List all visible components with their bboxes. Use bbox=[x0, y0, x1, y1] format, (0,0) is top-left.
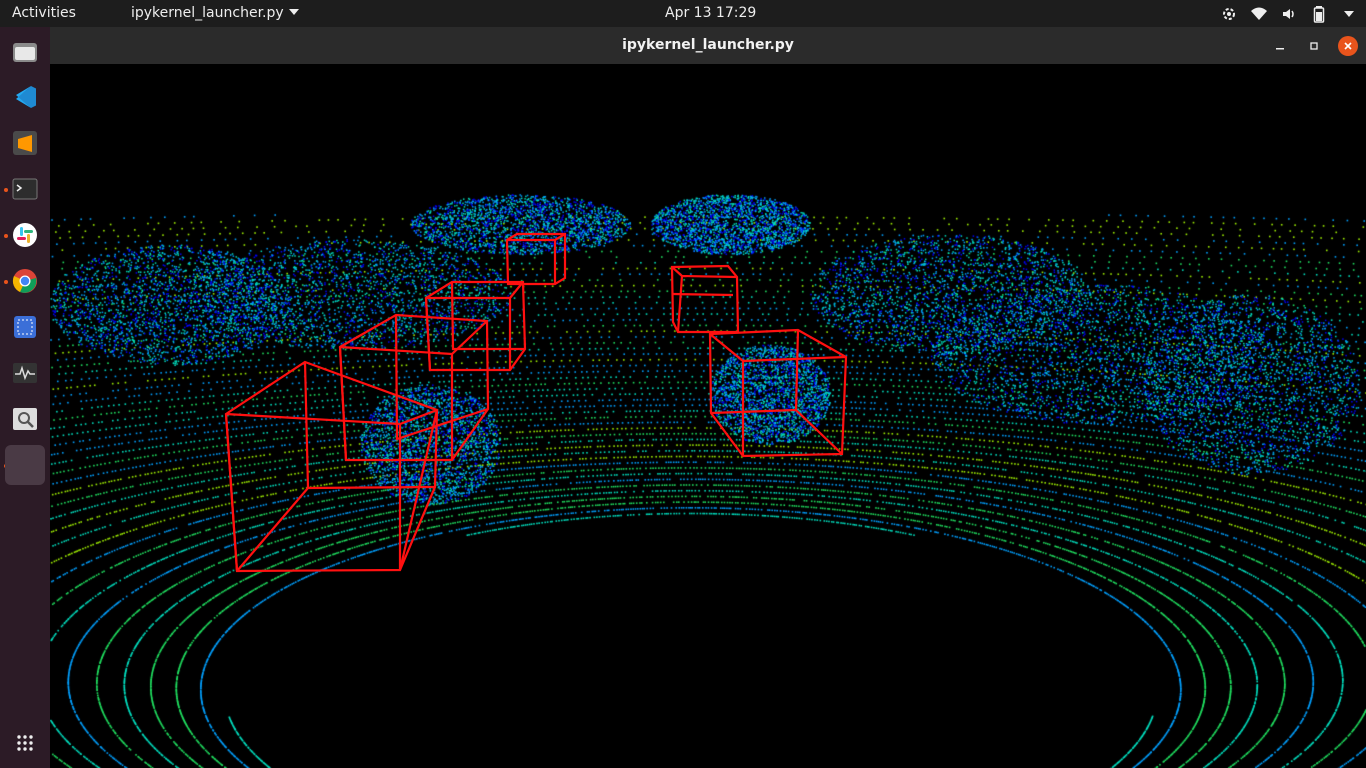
dock-item-image-viewer[interactable] bbox=[5, 399, 45, 439]
dock-item-terminal[interactable] bbox=[5, 169, 45, 209]
top-bar: Activities ipykernel_launcher.py Apr 13 … bbox=[0, 0, 1366, 27]
show-applications-button[interactable] bbox=[5, 723, 45, 763]
dock-item-chrome[interactable] bbox=[5, 261, 45, 301]
app-menu-label: ipykernel_launcher.py bbox=[131, 5, 284, 21]
blank-app-icon bbox=[12, 452, 38, 478]
slack-icon bbox=[13, 223, 37, 247]
chevron-down-icon bbox=[288, 9, 299, 15]
dock-item-slack[interactable] bbox=[5, 215, 45, 255]
network-activity-icon[interactable] bbox=[1220, 5, 1238, 23]
bounding-boxes-overlay bbox=[224, 232, 848, 573]
wifi-icon[interactable] bbox=[1250, 5, 1268, 23]
minimize-icon bbox=[1276, 48, 1284, 50]
system-tray[interactable] bbox=[1220, 4, 1358, 23]
monitor-icon bbox=[13, 363, 37, 383]
bounding-box bbox=[708, 328, 848, 458]
dock-item-screenshot[interactable] bbox=[5, 307, 45, 347]
vscode-icon bbox=[13, 86, 36, 108]
screenshot-icon bbox=[14, 316, 36, 338]
bounding-box bbox=[338, 313, 490, 462]
terminal-icon bbox=[12, 178, 38, 200]
app-menu[interactable]: ipykernel_launcher.py bbox=[131, 5, 299, 21]
bounding-box bbox=[670, 264, 740, 334]
maximize-button[interactable] bbox=[1304, 36, 1324, 56]
dock-item-python-window[interactable] bbox=[5, 445, 45, 485]
bounding-box bbox=[505, 232, 567, 286]
folder-icon bbox=[13, 43, 37, 62]
minimize-button[interactable] bbox=[1270, 36, 1290, 56]
activities-button[interactable]: Activities bbox=[12, 5, 76, 21]
bounding-box bbox=[424, 280, 527, 372]
close-icon bbox=[1344, 42, 1352, 50]
window-titlebar[interactable]: ipykernel_launcher.py bbox=[50, 27, 1366, 64]
dock-item-system-monitor[interactable] bbox=[5, 353, 45, 393]
dock-item-sublime-text[interactable] bbox=[5, 123, 45, 163]
dock-item-vscode[interactable] bbox=[5, 77, 45, 117]
bounding-box bbox=[224, 360, 439, 573]
chrome-icon bbox=[12, 269, 37, 293]
image-viewer-icon bbox=[13, 408, 37, 430]
window-title: ipykernel_launcher.py bbox=[622, 37, 794, 53]
dock-item-files[interactable] bbox=[5, 32, 45, 72]
point-cloud-viewer[interactable] bbox=[50, 64, 1366, 768]
battery-icon[interactable] bbox=[1310, 5, 1328, 23]
maximize-icon bbox=[1310, 42, 1318, 50]
system-menu-caret-icon[interactable] bbox=[1340, 5, 1358, 23]
volume-icon[interactable] bbox=[1280, 5, 1298, 23]
sublime-icon bbox=[13, 131, 37, 155]
dock bbox=[0, 27, 50, 768]
close-button[interactable] bbox=[1338, 36, 1358, 56]
clock[interactable]: Apr 13 17:29 bbox=[665, 5, 756, 21]
apps-grid-icon bbox=[17, 735, 33, 751]
